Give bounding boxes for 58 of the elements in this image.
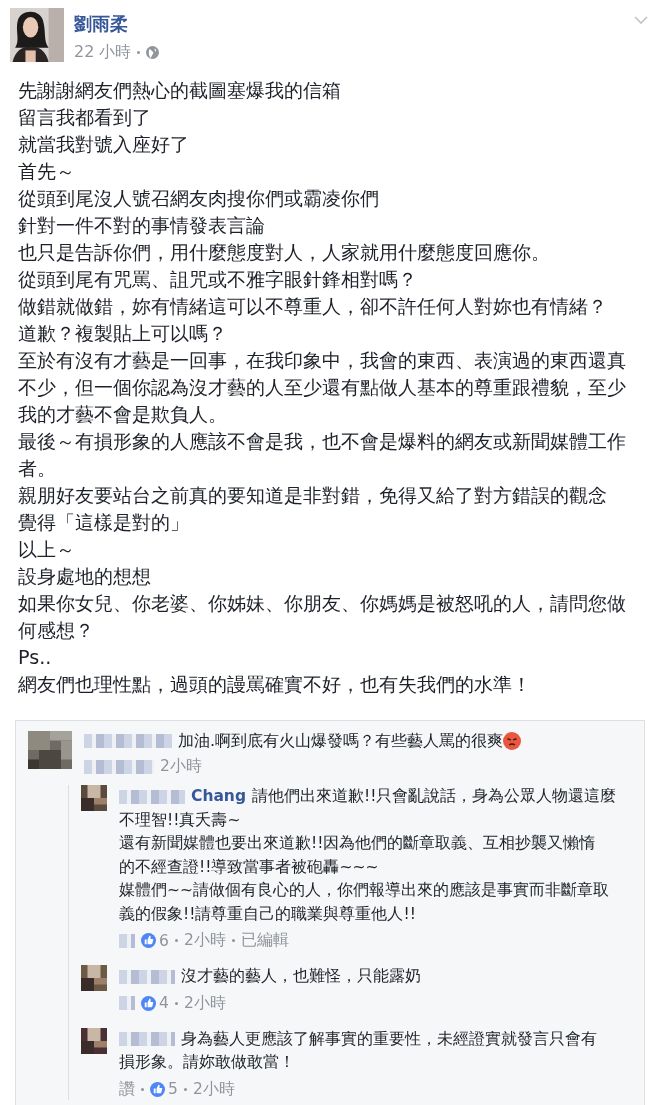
comment-time: 2小時 — [183, 992, 226, 1014]
comment-text: 沒才藝的藝人，也難怪，只能露奶 — [181, 966, 421, 987]
separator-dot — [174, 939, 178, 942]
blurred-name — [119, 789, 185, 804]
commenter-name[interactable]: Chang — [191, 785, 246, 809]
reaction-count[interactable]: 4 — [159, 994, 169, 1012]
post-text: 如果你女兒、你老婆、你姊妹、你朋友、你媽媽是被怒吼的人，請問您做何感想？ — [18, 591, 627, 644]
post-text: 從頭到尾有咒罵、詛咒或不雅字眼針鋒相對嗎？ — [18, 267, 418, 293]
blurred-name — [119, 1032, 175, 1047]
post-text: 以上～ — [18, 537, 76, 563]
comment-text: 請他們出來道歉!!只會亂說話，身為公眾人物還這麼 — [252, 786, 617, 807]
post-text: 覺得「這樣是對的」 — [18, 510, 190, 536]
comment-text: 身為藝人更應該了解事實的重要性，未經證實就發言只會有 — [181, 1028, 597, 1050]
post-text: 做錯就做錯，妳有情緒這可以不尊重人，卻不許任何人對妳也有情緒？ — [18, 294, 608, 320]
post-text: 設身處地的想想 — [18, 564, 152, 590]
like-icon — [141, 933, 156, 948]
separator-dot — [174, 1001, 178, 1005]
post-time[interactable]: 22 小時 — [74, 42, 132, 63]
separator-dot — [137, 51, 141, 54]
comment-text: 還有新聞媒體也要出來道歉!!因為他們的斷章取義、互相抄襲又懶惰 — [119, 833, 596, 854]
comment-text: 媒體們~~請做個有良心的人，你們報導出來的應該是事實而非斷章取 — [119, 880, 609, 901]
post-text: 也只是告訴你們，用什麼態度對人，人家就用什麼態度回應你。 — [18, 240, 551, 266]
post-text: 道歉？複製貼上可以嗎？ — [18, 321, 228, 347]
chevron-down-icon[interactable] — [634, 16, 648, 24]
post-text: 最後～有損形象的人應該不會是我，也不會是爆料的網友或新聞媒體工作者。 — [18, 429, 627, 482]
post-text: 首先～ — [18, 159, 76, 185]
reaction-count[interactable]: 5 — [168, 1080, 178, 1098]
like-link[interactable]: 讚 — [119, 1078, 135, 1100]
post-text: 親朋好友要站台之前真的要知道是非對錯，免得又給了對方錯誤的觀念 — [18, 483, 608, 509]
globe-icon — [146, 46, 160, 59]
post-text: 先謝謝網友們熱心的截圖塞爆我的信箱 — [18, 78, 342, 104]
separator-dot — [141, 1087, 144, 1091]
separator-dot — [183, 1087, 187, 1091]
blurred-name — [119, 996, 135, 1010]
comment-text: 的不經查證!!導致當事者被砲轟~~~ — [119, 856, 379, 878]
author-name[interactable]: 劉雨柔 — [74, 12, 160, 36]
comment-text: 不理智!!真夭壽~ — [119, 809, 241, 831]
comment-text: 加油.啊到底有火山爆發嗎？有些藝人罵的很爽 — [178, 730, 504, 752]
comment-text: 義的假象!!請尊重自己的職業與尊重他人!! — [119, 903, 416, 925]
comment-time: 2小時 — [160, 756, 202, 777]
like-icon — [141, 995, 156, 1011]
comment-text: 損形象。請妳敢做敢當！ — [119, 1052, 295, 1073]
post-text: 從頭到尾沒人號召網友肉搜你們或霸凌你們 — [18, 186, 380, 212]
post-text: 至於有沒有才藝是一回事，在我印象中，我會的東西、表演過的東西還真不少，但一個你認為沒才藝的人至少還有點做人基本的尊重跟禮貌，至少我的才藝不會是欺負人。 — [18, 348, 627, 428]
comment-time: 2小時 — [183, 930, 226, 951]
post-text: Ps.. — [18, 645, 53, 671]
post-text: 就當我對號入座好了 — [18, 132, 190, 158]
separator-dot — [231, 939, 235, 942]
edited-label: 已編輯 — [240, 930, 289, 951]
blurred-name — [84, 759, 154, 774]
post-text: 針對一件不對的事情發表言論 — [18, 213, 266, 239]
blurred-name — [119, 969, 175, 984]
like-icon — [150, 1081, 165, 1097]
post-text: 留言我都看到了 — [18, 105, 152, 131]
blurred-name — [119, 933, 135, 948]
reaction-count[interactable]: 6 — [159, 931, 169, 950]
post-text: 網友們也理性點，過頭的謾罵確實不好，也有失我們的水準！ — [18, 672, 532, 698]
comment-time: 2小時 — [192, 1078, 235, 1100]
